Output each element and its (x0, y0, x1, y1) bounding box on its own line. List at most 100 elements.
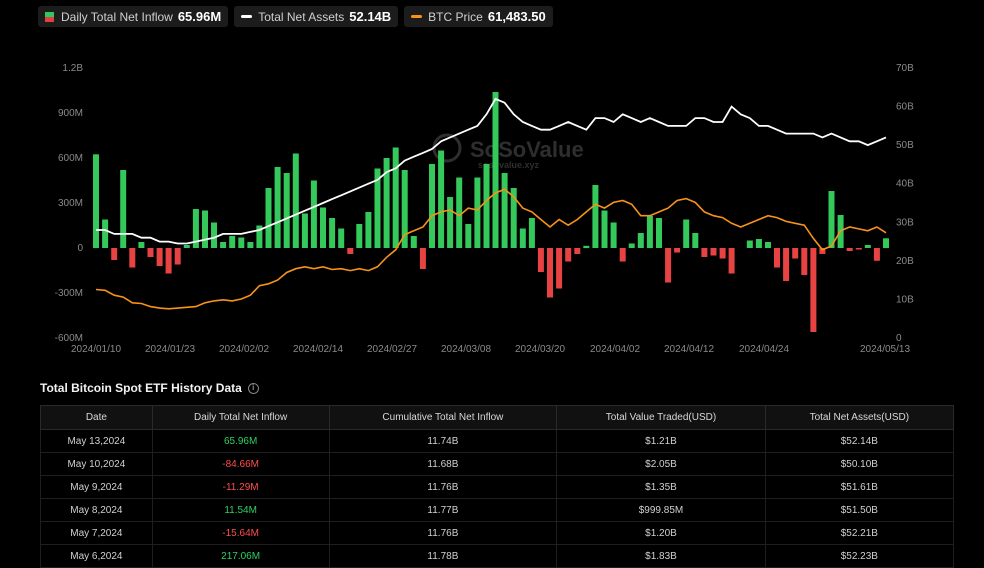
inflow-bar[interactable] (93, 154, 99, 249)
inflow-bar[interactable] (765, 242, 771, 248)
inflow-bar[interactable] (665, 248, 672, 283)
inflow-bar[interactable] (102, 219, 109, 249)
inflow-bar[interactable] (728, 248, 735, 274)
inflow-bar[interactable] (329, 218, 336, 248)
table-row[interactable]: May 10,2024 -84.66M 11.68B $2.05B $50.10B (40, 452, 955, 476)
inflow-bar[interactable] (601, 210, 608, 249)
inflow-bar[interactable] (401, 170, 408, 248)
inflow-bar[interactable] (283, 173, 290, 248)
inflow-bar[interactable] (320, 207, 326, 249)
inflow-bar[interactable] (211, 222, 217, 249)
inflow-bar[interactable] (855, 248, 862, 250)
inflow-bar[interactable] (701, 248, 708, 257)
inflow-bar[interactable] (310, 180, 317, 249)
inflow-bar[interactable] (646, 215, 653, 249)
inflow-bar[interactable] (292, 153, 299, 249)
table-row[interactable]: May 7,2024 -15.64M 11.76B $1.20B $52.21B (40, 521, 955, 545)
history-section-title: Total Bitcoin Spot ETF History Data i (40, 381, 259, 395)
inflow-bar[interactable] (755, 239, 762, 248)
inflow-bar[interactable] (138, 242, 145, 248)
inflow-bar[interactable] (583, 245, 590, 249)
chart-watermark: SoSoValue sosovalue.xyz (432, 133, 584, 170)
inflow-bar[interactable] (528, 218, 535, 248)
inflow-bar[interactable] (183, 245, 190, 248)
inflow-bar[interactable] (438, 150, 445, 249)
inflow-bar[interactable] (392, 147, 399, 249)
inflow-bar[interactable] (783, 248, 790, 281)
inflow-bar[interactable] (129, 248, 136, 268)
inflow-bar[interactable] (202, 210, 208, 249)
inflow-bar[interactable] (220, 242, 227, 248)
info-icon[interactable]: i (247, 382, 259, 394)
inflow-bar[interactable] (792, 248, 799, 259)
inflow-bar[interactable] (111, 248, 118, 260)
inflow-bar[interactable] (656, 218, 662, 248)
inflow-bar[interactable] (238, 237, 245, 249)
inflow-bar[interactable] (883, 238, 889, 249)
inflow-bar[interactable] (519, 228, 526, 249)
inflow-bar[interactable] (683, 219, 690, 249)
inflow-bar[interactable] (356, 224, 363, 248)
inflow-bar[interactable] (165, 248, 172, 274)
inflow-bar[interactable] (637, 233, 644, 248)
inflow-bar[interactable] (247, 242, 254, 248)
inflow-bar[interactable] (274, 167, 281, 248)
inflow-bar[interactable] (774, 248, 780, 268)
tick-label: 40B (896, 179, 914, 190)
inflow-bar[interactable] (156, 248, 163, 266)
inflow-bar[interactable] (710, 248, 717, 256)
inflow-bar[interactable] (692, 233, 699, 248)
inflow-bar[interactable] (674, 248, 681, 253)
inflow-bar[interactable] (846, 248, 853, 251)
inflow-bar[interactable] (338, 228, 345, 249)
inflow-bar[interactable] (365, 212, 372, 248)
inflow-bar[interactable] (147, 248, 154, 257)
etf-flow-chart[interactable]: SoSoValue sosovalue.xyz 1.2B 900M 600M 300M… (0, 0, 984, 370)
tick-label: 2024/04/02 (590, 344, 640, 355)
inflow-bar[interactable] (419, 248, 426, 269)
cell-assets: $51.61B (764, 475, 955, 499)
inflow-bar[interactable] (537, 248, 544, 272)
inflow-bar[interactable] (619, 248, 626, 262)
inflow-bar[interactable] (174, 248, 181, 265)
inflow-bar[interactable] (828, 191, 835, 248)
inflow-bar[interactable] (229, 236, 236, 248)
inflow-bar[interactable] (456, 177, 463, 249)
column-header: Total Value Traded(USD) (556, 405, 766, 430)
inflow-bar[interactable] (547, 248, 553, 298)
inflow-bar[interactable] (746, 240, 753, 249)
inflow-bar[interactable] (592, 185, 599, 248)
inflow-bar[interactable] (410, 236, 417, 248)
tick-label: 2024/04/12 (664, 344, 714, 355)
inflow-bar[interactable] (628, 243, 635, 249)
inflow-bar[interactable] (574, 248, 581, 254)
table-row[interactable]: May 6,2024 217.06M 11.78B $1.83B $52.23B (40, 544, 955, 568)
inflow-bar[interactable] (301, 213, 308, 249)
tick-label: -300M (55, 288, 83, 299)
tick-label: 600M (58, 153, 83, 164)
inflow-bar[interactable] (501, 173, 508, 248)
inflow-bar[interactable] (610, 222, 617, 249)
inflow-bar[interactable] (265, 188, 272, 248)
inflow-bar[interactable] (447, 197, 454, 248)
inflow-bar[interactable] (864, 245, 871, 248)
history-title-text: Total Bitcoin Spot ETF History Data (40, 381, 242, 395)
inflow-bar[interactable] (347, 248, 354, 254)
inflow-bar[interactable] (719, 248, 726, 259)
inflow-bar[interactable] (556, 248, 563, 289)
inflow-bar[interactable] (492, 92, 499, 248)
inflow-bar[interactable] (429, 164, 435, 248)
tick-label: 70B (896, 63, 914, 74)
inflow-bar[interactable] (120, 170, 127, 248)
table-row[interactable]: May 8,2024 11.54M 11.77B $999.85M $51.50B (40, 498, 955, 522)
table-row[interactable]: May 9,2024 -11.29M 11.76B $1.35B $51.61B (40, 475, 955, 499)
tick-label: 2024/04/24 (739, 344, 789, 355)
inflow-bar[interactable] (483, 164, 490, 248)
inflow-bar[interactable] (873, 248, 880, 261)
inflow-bar[interactable] (465, 224, 472, 248)
inflow-bar[interactable] (474, 177, 481, 249)
inflow-bar[interactable] (810, 248, 817, 332)
table-row[interactable]: May 13,2024 65.96M 11.74B $1.21B $52.14B (40, 429, 955, 453)
inflow-bar[interactable] (801, 248, 808, 275)
inflow-bar[interactable] (565, 248, 572, 262)
